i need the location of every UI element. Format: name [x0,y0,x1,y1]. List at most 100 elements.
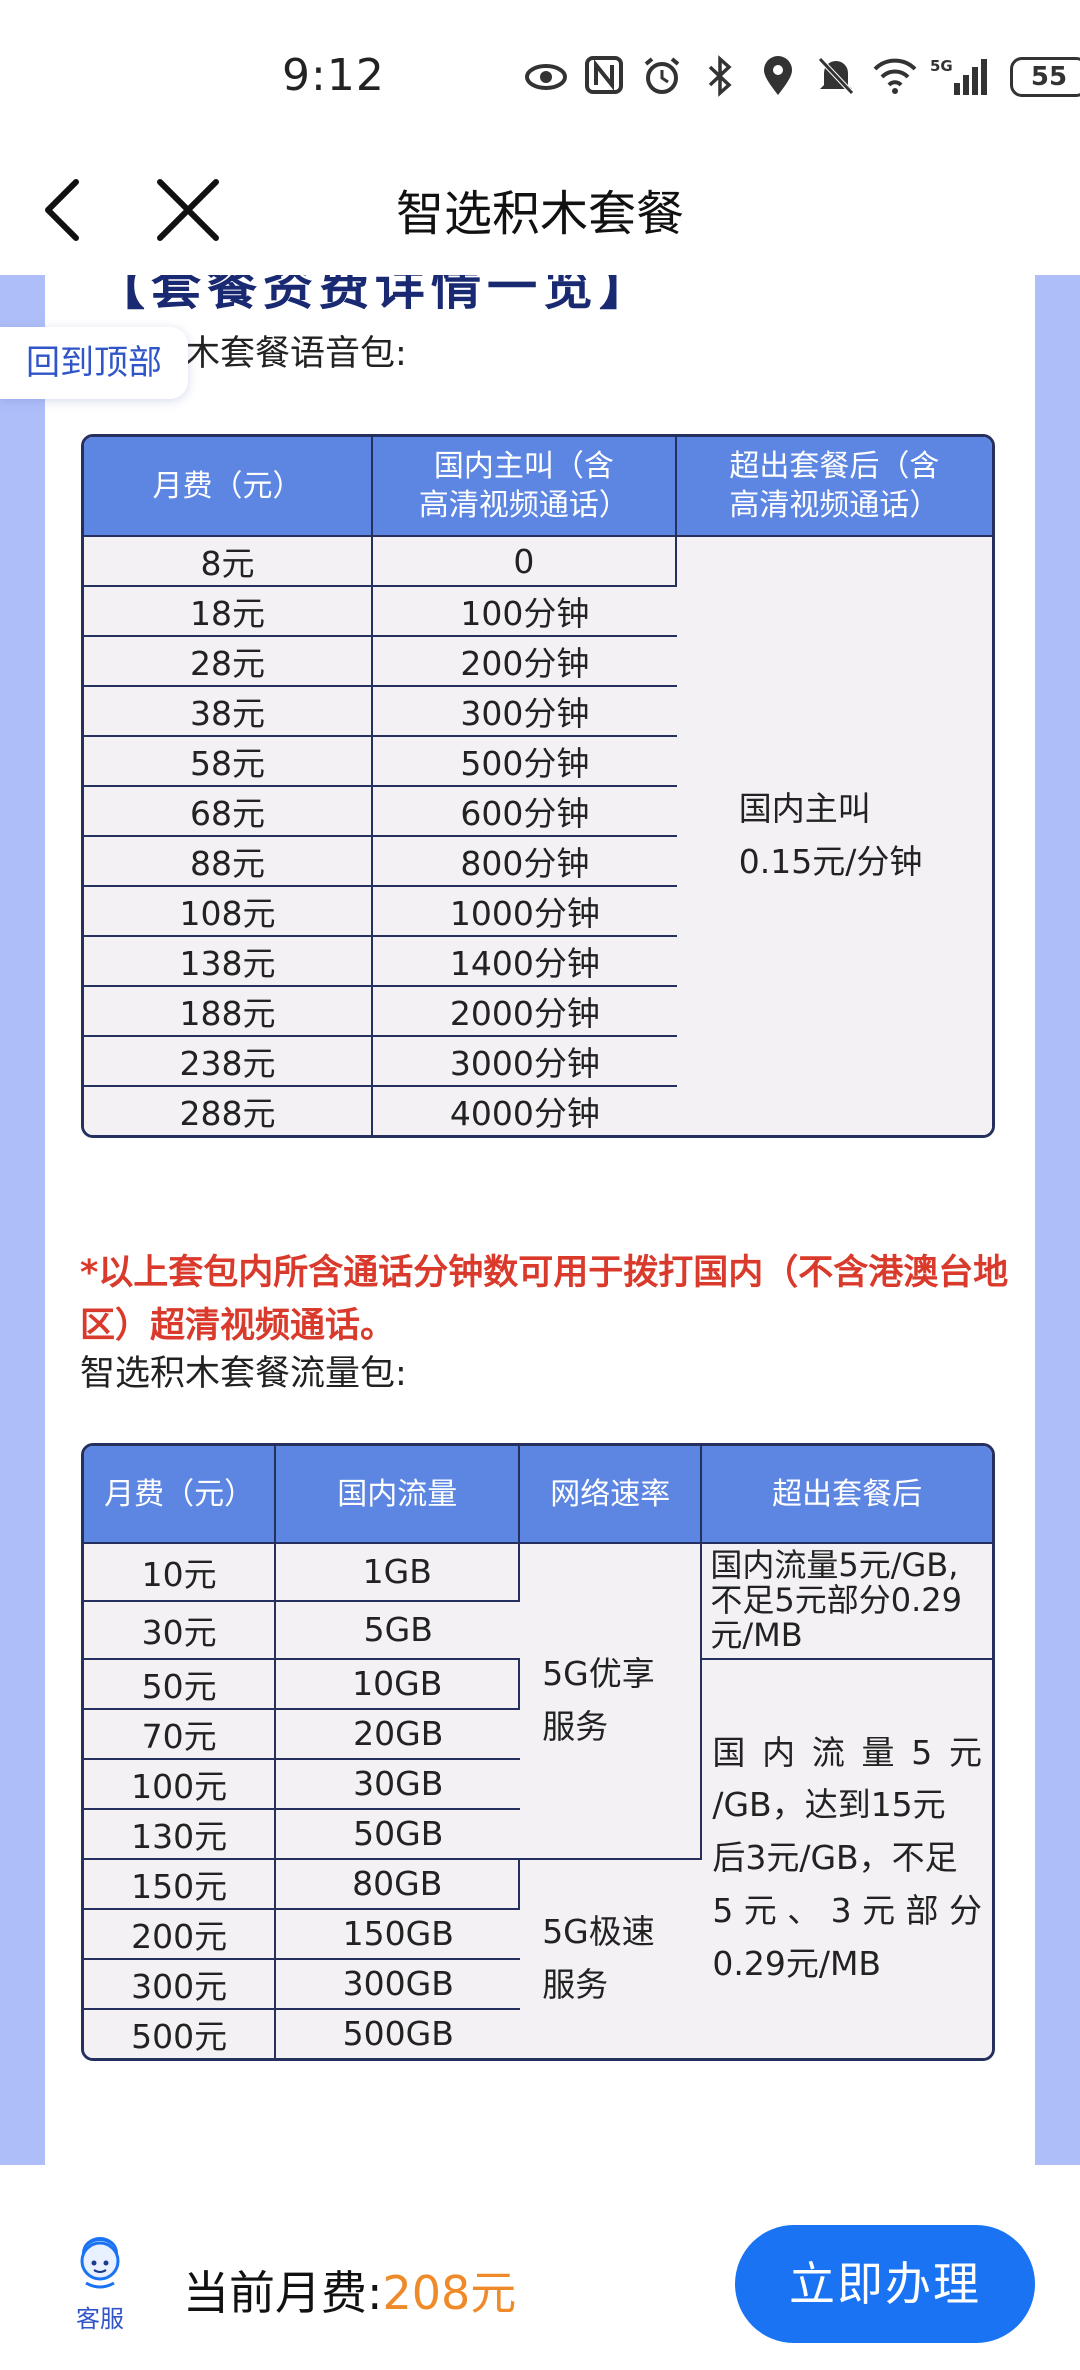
fee-cell: 58元 [84,737,374,787]
overage-cell: 国内流量5元/GB, 不足5元部分0.29 元/MB [702,1544,992,1660]
customer-service-icon [80,2237,120,2289]
overage-line: 元/MB [710,1616,803,1655]
overage-line: 国内主叫 [738,789,871,829]
fee-cell: 10元 [84,1544,277,1602]
fee-cell: 18元 [84,587,374,637]
header-line: 高清视频通话） [418,488,629,523]
fee-cell: 238元 [84,1037,374,1087]
column-header: 国内流量 [276,1446,521,1544]
speed-cell: 5G极速服务 [520,1859,703,2058]
traffic-cell: 300GB [276,1959,521,2010]
page-title: 智选积木套餐 [395,186,684,242]
traffic-cell: 5GB [276,1601,521,1660]
data-package-table: 月费（元） 国内流量 网络速率 超出套餐后 10元 1GB 5G优享 服务 国内流量5元… [81,1443,995,2061]
fee-cell: 28元 [84,637,374,687]
fee-cell: 30元 [84,1601,277,1660]
speed-line: 5G优享 [542,1653,655,1693]
fee-cell: 38元 [84,687,374,737]
traffic-cell: 20GB [276,1709,521,1760]
minutes-cell: 800分钟 [373,837,677,887]
bluetooth-icon [698,55,742,99]
overage-line: 0.15元/分钟 [738,842,923,881]
overage-cell: 国内主叫 0.15元/分钟 [676,537,992,1135]
speed-line: 服务 [542,1964,609,2004]
column-header: 超出套餐后 [702,1446,992,1544]
overage-line: 0.29元/MB [712,1943,882,1983]
status-icons: 5G 55 [524,52,1080,102]
table-row: 8元 0 国内主叫 0.15元/分钟 [84,537,992,1135]
location-icon [756,55,800,99]
speed-line: 服务 [542,1706,609,1746]
signal-5g-icon: 5G [930,55,990,99]
apply-now-button[interactable]: 立即办理 [735,2225,1035,2343]
minutes-cell: 2000分钟 [373,987,677,1037]
speed-cell: 5G优享服务 [520,1544,703,1860]
fee-cell: 188元 [84,987,374,1037]
mute-icon [814,55,858,99]
fee-cell: 68元 [84,787,374,837]
overage-line: 后3元/GB，不足 [712,1838,958,1878]
fee-cell: 150元 [84,1859,277,1910]
battery-indicator: 55 [1010,57,1080,97]
notice-text: *以上套包内所含通话分钟数可用于拨打国内（不含港澳台地区）超清视频通话。 [80,1253,1009,1346]
column-header: 超出套餐后（含 高清视频通话） [676,437,992,537]
customer-service-label: 客服 [76,2305,124,2333]
fee-cell: 8元 [84,537,374,587]
header-line: 超出套餐后（含 [729,449,940,484]
wifi-icon [872,55,917,99]
column-header: 网络速率 [520,1446,703,1544]
status-bar: 9:12 5G 55 [0,0,1080,150]
traffic-cell: 50GB [276,1809,521,1860]
column-header: 月费（元） [84,1446,277,1544]
overage-line: 不足5元部分0.29 [710,1581,962,1620]
title-bar: 智选积木套餐 [0,150,1080,275]
alarm-icon [640,55,684,99]
voice-package-table: 月费（元） 国内主叫（含 高清视频通话） 超出套餐后（含 高清视频通话） 8元 0 国内… [81,434,995,1138]
table-row: 10元 1GB 5G优享 服务 国内流量5元/GB, 不足5元部分0.29 元/MB [84,1544,992,1860]
svg-text:5G: 5G [930,57,953,75]
traffic-cell: 80GB [276,1859,521,1910]
bottom-bar: 客服 当前月费:208元 立即办理 [0,2165,1080,2370]
column-header: 国内主叫（含 高清视频通话） [373,437,677,537]
fee-cell: 50元 [84,1659,277,1710]
header-line: 国内主叫（含 [433,449,614,484]
fee-cell: 108元 [84,887,374,937]
minutes-cell: 300分钟 [373,687,677,737]
traffic-cell: 1GB [276,1544,521,1602]
overage-line: 国内流量5元 [712,1732,982,1772]
minutes-cell: 0 [373,537,677,587]
status-time: 9:12 [282,50,385,101]
customer-service-button[interactable]: 客服 [70,2233,130,2334]
fee-cell: 100元 [84,1759,277,1810]
data-section-label: 智选积木套餐流量包: [80,1354,407,1394]
traffic-cell: 500GB [276,2009,521,2058]
overage-line: 国内流量5元/GB, [710,1546,959,1584]
column-header: 月费（元） [84,437,374,537]
overage-line: /GB，达到15元 [712,1785,946,1825]
nfc-icon [582,55,626,99]
minutes-cell: 3000分钟 [373,1037,677,1087]
minutes-cell: 4000分钟 [373,1087,677,1135]
back-to-top-button[interactable]: 回到顶部 [0,327,188,399]
fee-cell: 70元 [84,1709,277,1760]
section-heading: 【套餐资费详情一览】 [95,275,655,316]
fee-cell: 138元 [84,937,374,987]
minutes-cell: 100分钟 [373,587,677,637]
fee-label: 当前月费: [183,2266,383,2320]
minutes-cell: 1400分钟 [373,937,677,987]
fee-cell: 288元 [84,1087,374,1135]
minutes-cell: 600分钟 [373,787,677,837]
eye-icon [524,55,568,99]
header-line: 高清视频通话） [729,488,940,523]
fee-cell: 500元 [84,2009,277,2058]
fee-cell: 300元 [84,1959,277,2010]
traffic-cell: 150GB [276,1909,521,1960]
fee-value: 208元 [382,2266,517,2320]
traffic-cell: 30GB [276,1759,521,1810]
traffic-cell: 10GB [276,1659,521,1710]
minutes-cell: 1000分钟 [373,887,677,937]
current-fee: 当前月费:208元 [183,2257,516,2323]
fee-cell: 200元 [84,1909,277,1960]
content-area[interactable]: 【套餐资费详情一览】 回到顶部 智选积木套餐语音包: 月费（元） 国内主叫（含高… [0,275,1080,2165]
speed-line: 5G极速 [542,1911,655,1951]
